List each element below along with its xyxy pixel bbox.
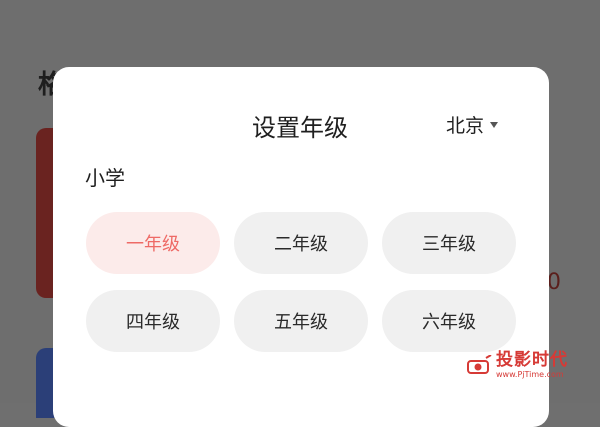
grade-label: 二年级 [274, 234, 328, 255]
grade-button-4[interactable]: 四年级 [86, 290, 220, 352]
grade-label: 六年级 [422, 312, 476, 333]
grade-label: 一年级 [126, 234, 180, 255]
section-primary-school: 小学 [85, 166, 125, 190]
watermark: 投影时代 www.PjTime.com [466, 352, 568, 379]
grade-button-2[interactable]: 二年级 [234, 212, 368, 274]
grade-label: 三年级 [422, 234, 476, 255]
projector-logo-icon [466, 353, 492, 377]
grade-button-3[interactable]: 三年级 [382, 212, 516, 274]
background-card-value: 0 [547, 270, 561, 295]
region-selector[interactable]: 北京 [446, 111, 499, 138]
watermark-url: www.PjTime.com [496, 370, 564, 379]
grade-label: 四年级 [126, 312, 180, 333]
dialog-title: 设置年级 [252, 114, 348, 142]
grade-button-6[interactable]: 六年级 [382, 290, 516, 352]
region-label: 北京 [446, 115, 485, 137]
grade-button-5[interactable]: 五年级 [234, 290, 368, 352]
caret-down-icon [490, 121, 499, 128]
grade-label: 五年级 [274, 312, 328, 333]
watermark-text: 投影时代 www.PjTime.com [496, 352, 568, 379]
watermark-name: 投影时代 [496, 350, 568, 370]
grade-button-1[interactable]: 一年级 [86, 212, 220, 274]
